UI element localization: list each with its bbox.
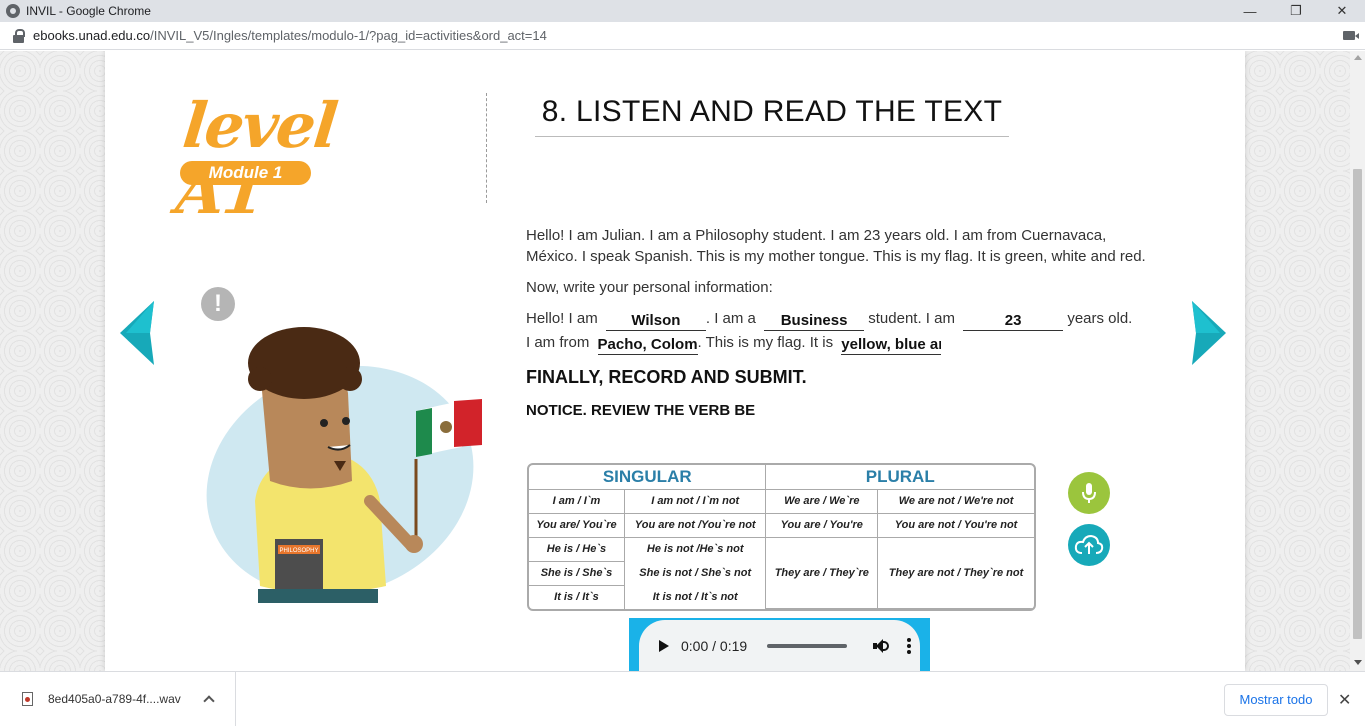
audio-file-icon bbox=[22, 692, 33, 706]
scroll-down-icon[interactable] bbox=[1354, 660, 1362, 665]
fill-text: . I am a bbox=[705, 310, 756, 327]
instruction-text: Now, write your personal information: bbox=[526, 279, 773, 296]
audio-frame: 0:00 / 0:19 bbox=[629, 618, 930, 671]
table-cell: She is / She`s bbox=[529, 560, 625, 586]
level-logo: level A1 Module 1 bbox=[173, 89, 395, 228]
table-cell: It is not / It`s not bbox=[623, 585, 766, 609]
verb-be-table: SINGULAR PLURAL I am / I`m I am not / I`… bbox=[527, 463, 1036, 611]
notice-heading: NOTICE. REVIEW THE VERB BE bbox=[526, 402, 756, 419]
url-path: /INVIL_V5/Ingles/templates/modulo-1/?pag… bbox=[150, 28, 547, 43]
age-input[interactable]: 23 bbox=[963, 309, 1064, 331]
scroll-up-icon[interactable] bbox=[1354, 55, 1362, 60]
book-label: PHILOSOPHY bbox=[279, 548, 318, 554]
camera-icon[interactable] bbox=[1343, 31, 1359, 40]
table-cell: We are / We`re bbox=[765, 488, 879, 514]
next-arrow-icon[interactable] bbox=[1192, 301, 1226, 365]
table-cell: It is / It`s bbox=[529, 584, 625, 609]
browser-titlebar: INVIL - Google Chrome — ❐ ✕ bbox=[0, 0, 1365, 22]
volume-icon[interactable] bbox=[873, 638, 890, 654]
student-illustration: PHILOSOPHY bbox=[206, 327, 482, 603]
page-title: 8. LISTEN AND READ THE TEXT bbox=[535, 95, 1009, 137]
table-cell: She is not / She`s not bbox=[623, 561, 766, 586]
fill-text: I am from bbox=[526, 334, 590, 351]
name-input[interactable]: Wilson bbox=[605, 309, 706, 331]
download-bar: 8ed405a0-a789-4f....wav Mostrar todo ✕ bbox=[0, 671, 1365, 726]
page-scrollbar[interactable] bbox=[1350, 51, 1365, 671]
reading-paragraph: Hello! I am Julian. I am a Philosophy st… bbox=[526, 227, 1146, 265]
fill-text: years old. bbox=[1067, 310, 1133, 327]
table-cell: They are / They`re bbox=[765, 536, 879, 609]
plural-header: PLURAL bbox=[765, 465, 1034, 490]
record-heading: FINALLY, RECORD AND SUBMIT. bbox=[526, 367, 807, 387]
table-cell: We are not / We're not bbox=[877, 488, 1034, 514]
play-icon[interactable] bbox=[659, 639, 669, 652]
download-file-name[interactable]: 8ed405a0-a789-4f....wav bbox=[48, 692, 181, 706]
lock-icon[interactable] bbox=[13, 28, 25, 43]
country-input[interactable]: Pacho, Colom bbox=[597, 333, 698, 355]
window-title: INVIL - Google Chrome bbox=[26, 4, 151, 18]
minimize-button[interactable]: — bbox=[1227, 0, 1273, 22]
fill-in-line-2: I am from Pacho, Colom. This is my flag.… bbox=[526, 331, 1146, 355]
record-button[interactable] bbox=[1068, 472, 1110, 514]
table-cell: You are / You're bbox=[765, 512, 879, 538]
table-cell: They are not / They`re not bbox=[877, 536, 1034, 609]
scrollbar-thumb[interactable] bbox=[1353, 169, 1362, 639]
submit-upload-button[interactable] bbox=[1068, 524, 1110, 566]
table-cell: I am not / I`m not bbox=[623, 488, 767, 514]
show-all-button[interactable]: Mostrar todo bbox=[1224, 684, 1328, 716]
address-bar[interactable]: ebooks.unad.edu.co/INVIL_V5/Ingles/templ… bbox=[0, 22, 1365, 50]
chrome-icon bbox=[6, 4, 20, 18]
career-input[interactable]: Business bbox=[764, 309, 865, 331]
table-cell: You are not /You`re not bbox=[623, 512, 767, 538]
more-options-icon[interactable] bbox=[907, 637, 912, 654]
page-viewport: level A1 Module 1 8. LISTEN AND READ THE… bbox=[0, 51, 1350, 671]
audio-progress-bar[interactable] bbox=[767, 643, 848, 648]
download-item[interactable]: 8ed405a0-a789-4f....wav bbox=[0, 672, 236, 726]
reading-content: Hello! I am Julian. I am a Philosophy st… bbox=[526, 225, 1146, 421]
fill-text: Hello! I am bbox=[526, 310, 598, 327]
microphone-icon bbox=[1082, 483, 1096, 503]
close-download-bar-icon[interactable]: ✕ bbox=[1338, 690, 1351, 710]
table-cell: You are not / You're not bbox=[877, 512, 1034, 538]
singular-header: SINGULAR bbox=[529, 465, 767, 490]
audio-player: 0:00 / 0:19 bbox=[639, 620, 920, 671]
chevron-up-icon[interactable] bbox=[203, 695, 215, 707]
url-text[interactable]: ebooks.unad.edu.co/INVIL_V5/Ingles/templ… bbox=[33, 28, 547, 43]
table-cell: He is / He`s bbox=[529, 536, 625, 562]
window-controls: — ❐ ✕ bbox=[1227, 0, 1365, 22]
header-divider bbox=[486, 93, 487, 203]
level-title: level A1 bbox=[172, 89, 340, 228]
fill-in-line-1: Hello! I am Wilson. I am a Business stud… bbox=[526, 307, 1146, 331]
cloud-upload-icon bbox=[1074, 534, 1104, 554]
table-cell: I am / I`m bbox=[529, 488, 625, 514]
fill-text: student. I am bbox=[868, 310, 955, 327]
close-window-button[interactable]: ✕ bbox=[1319, 0, 1365, 22]
fill-text: . This is my flag. It is bbox=[697, 334, 834, 351]
table-cell: You are/ You`re bbox=[529, 512, 625, 538]
url-domain: ebooks.unad.edu.co bbox=[33, 28, 151, 43]
flag-input[interactable]: yellow, blue ar bbox=[841, 333, 942, 355]
module-badge: Module 1 bbox=[180, 161, 311, 185]
restore-button[interactable]: ❐ bbox=[1273, 0, 1319, 22]
table-cell: He is not /He`s not bbox=[623, 537, 767, 562]
previous-arrow-icon[interactable] bbox=[120, 301, 154, 365]
audio-time: 0:00 / 0:19 bbox=[681, 637, 748, 654]
